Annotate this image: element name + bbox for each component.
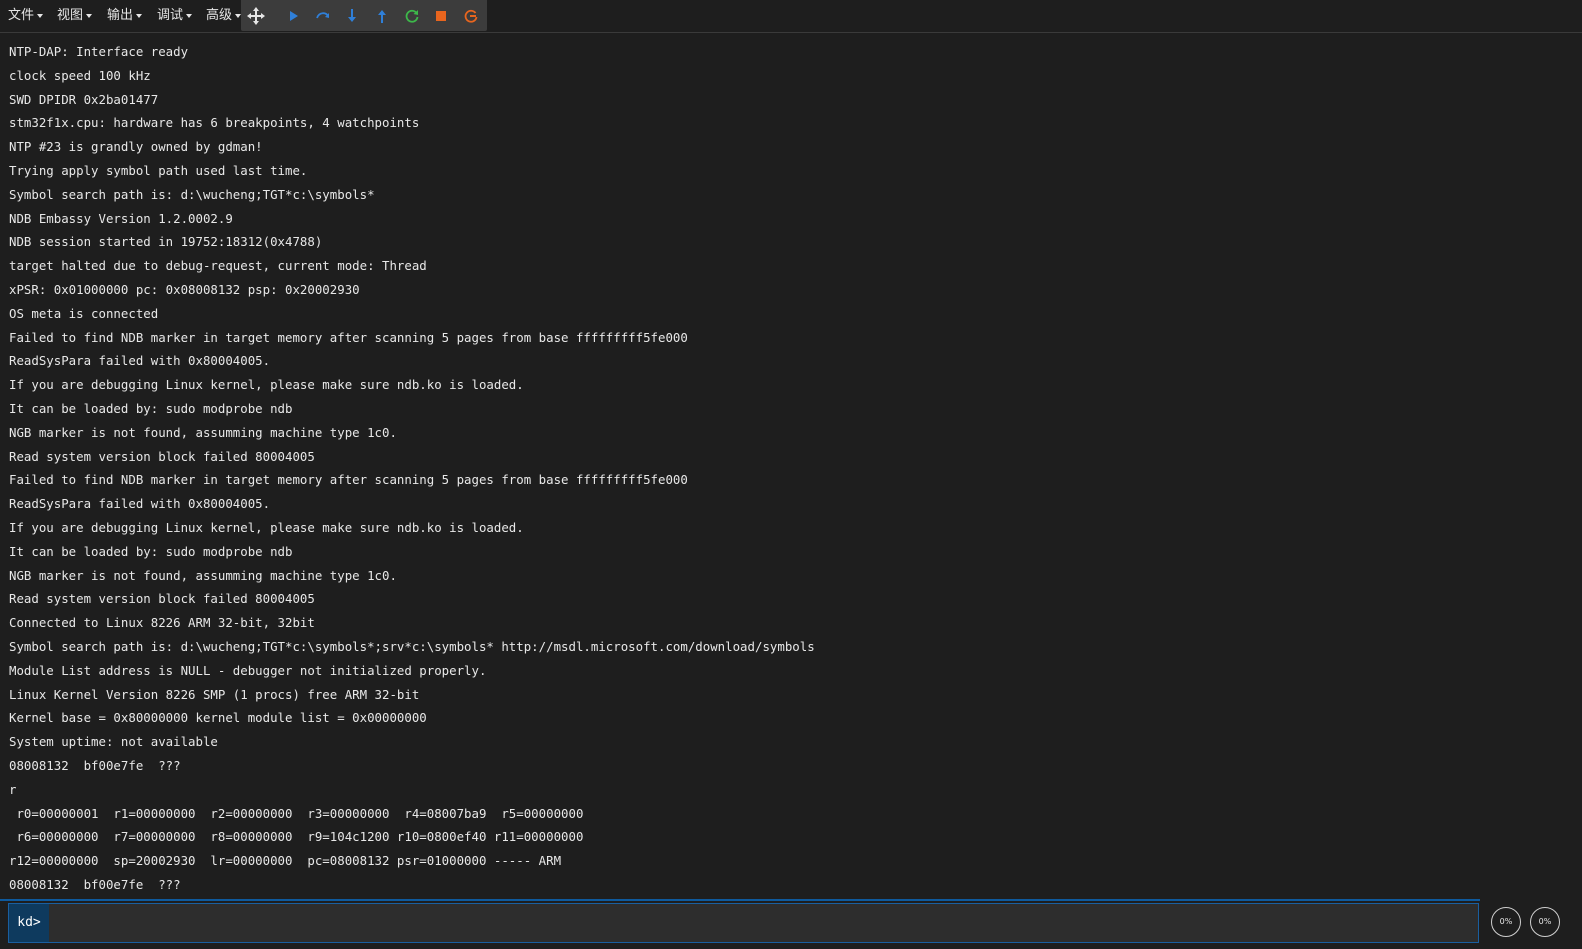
- console-line: ReadSysPara failed with 0x80004005.: [9, 353, 271, 369]
- console-line: Linux Kernel Version 8226 SMP (1 procs) …: [9, 686, 420, 702]
- menu-advanced[interactable]: 高级: [206, 7, 242, 25]
- console-line: 08008132 bf00e7fe ???: [9, 876, 181, 892]
- console-line: System uptime: not available: [9, 734, 218, 750]
- console-line: Symbol search path is: d:\wucheng;TGT*c:…: [9, 638, 815, 654]
- step-out-icon[interactable]: [371, 5, 393, 27]
- move-icon[interactable]: [245, 5, 267, 27]
- console-line: r0=00000001 r1=00000000 r2=00000000 r3=0…: [9, 805, 584, 821]
- menu-bar: 文件 视图 输出 调试 高级: [0, 0, 1582, 33]
- console-line: r: [9, 781, 17, 797]
- console-line: NDB session started in 19752:18312(0x478…: [9, 234, 323, 250]
- console-line: If you are debugging Linux kernel, pleas…: [9, 377, 524, 393]
- console-line: Module List address is NULL - debugger n…: [9, 662, 487, 678]
- detach-icon[interactable]: [460, 5, 482, 27]
- usage-gauge-left: 0%: [1491, 907, 1521, 937]
- stop-icon[interactable]: [430, 5, 452, 27]
- console-line: ReadSysPara failed with 0x80004005.: [9, 496, 271, 512]
- console-line: It can be loaded by: sudo modprobe ndb: [9, 400, 293, 416]
- console-line: Symbol search path is: d:\wucheng;TGT*c:…: [9, 186, 375, 202]
- menu-view-label: 视图: [57, 8, 84, 23]
- command-bar: kd>: [8, 903, 1479, 943]
- menu-advanced-label: 高级: [206, 8, 233, 23]
- console-line: Trying apply symbol path used last time.: [9, 162, 308, 178]
- chevron-down-icon: [37, 13, 44, 18]
- console-line: r12=00000000 sp=20002930 lr=00000000 pc=…: [9, 853, 562, 869]
- console-line: r6=00000000 r7=00000000 r8=00000000 r9=1…: [9, 829, 584, 845]
- console-line: NTP-DAP: Interface ready: [9, 44, 189, 59]
- console-line: Connected to Linux 8226 ARM 32-bit, 32bi…: [9, 615, 315, 631]
- command-prompt: kd>: [9, 904, 49, 942]
- menu-output[interactable]: 输出: [107, 7, 143, 25]
- usage-gauge-left-label: 0%: [1499, 917, 1513, 926]
- chevron-down-icon: [136, 13, 143, 18]
- console-line: NTP #23 is grandly owned by gdman!: [9, 139, 263, 155]
- menu-debug[interactable]: 调试: [157, 7, 193, 25]
- console-line: Failed to find NDB marker in target memo…: [9, 472, 688, 488]
- chevron-down-icon: [186, 13, 193, 18]
- console-output[interactable]: NTP-DAP: Interface ready clock speed 100 …: [0, 40, 1560, 900]
- usage-gauge-right-label: 0%: [1538, 917, 1552, 926]
- console-divider: [0, 899, 1480, 901]
- step-over-icon[interactable]: [312, 5, 334, 27]
- console-line: target halted due to debug-request, curr…: [9, 258, 427, 274]
- menu-view[interactable]: 视图: [57, 7, 93, 25]
- console-line: NGB marker is not found, assumming machi…: [9, 567, 397, 583]
- console-line: stm32f1x.cpu: hardware has 6 breakpoints…: [9, 115, 420, 131]
- console-line: Read system version block failed 8000400…: [9, 591, 315, 607]
- run-icon[interactable]: [282, 5, 304, 27]
- menu-file[interactable]: 文件: [8, 7, 44, 25]
- console-line: Kernel base = 0x80000000 kernel module l…: [9, 710, 427, 726]
- usage-gauge-right: 0%: [1530, 907, 1560, 937]
- console-line: It can be loaded by: sudo modprobe ndb: [9, 543, 293, 559]
- command-input[interactable]: [50, 905, 1474, 941]
- console-line: NGB marker is not found, assumming machi…: [9, 424, 397, 440]
- console-line: xPSR: 0x01000000 pc: 0x08008132 psp: 0x2…: [9, 281, 360, 297]
- menu-debug-label: 调试: [157, 8, 184, 23]
- console-line: clock speed 100 kHz: [9, 67, 151, 83]
- console-line: Read system version block failed 8000400…: [9, 448, 315, 464]
- console-line: 08008132 bf00e7fe ???: [9, 757, 181, 773]
- console-line: SWD DPIDR 0x2ba01477: [9, 91, 159, 107]
- restart-icon[interactable]: [401, 5, 423, 27]
- menu-file-label: 文件: [8, 8, 35, 23]
- console-line: NDB Embassy Version 1.2.0002.9: [9, 210, 233, 226]
- console-line: OS meta is connected: [9, 305, 159, 321]
- console-line: If you are debugging Linux kernel, pleas…: [9, 519, 524, 535]
- debug-toolbar: [241, 0, 487, 31]
- console-line: Failed to find NDB marker in target memo…: [9, 329, 688, 345]
- menu-output-label: 输出: [107, 8, 134, 23]
- chevron-down-icon: [86, 13, 93, 18]
- step-into-icon[interactable]: [341, 5, 363, 27]
